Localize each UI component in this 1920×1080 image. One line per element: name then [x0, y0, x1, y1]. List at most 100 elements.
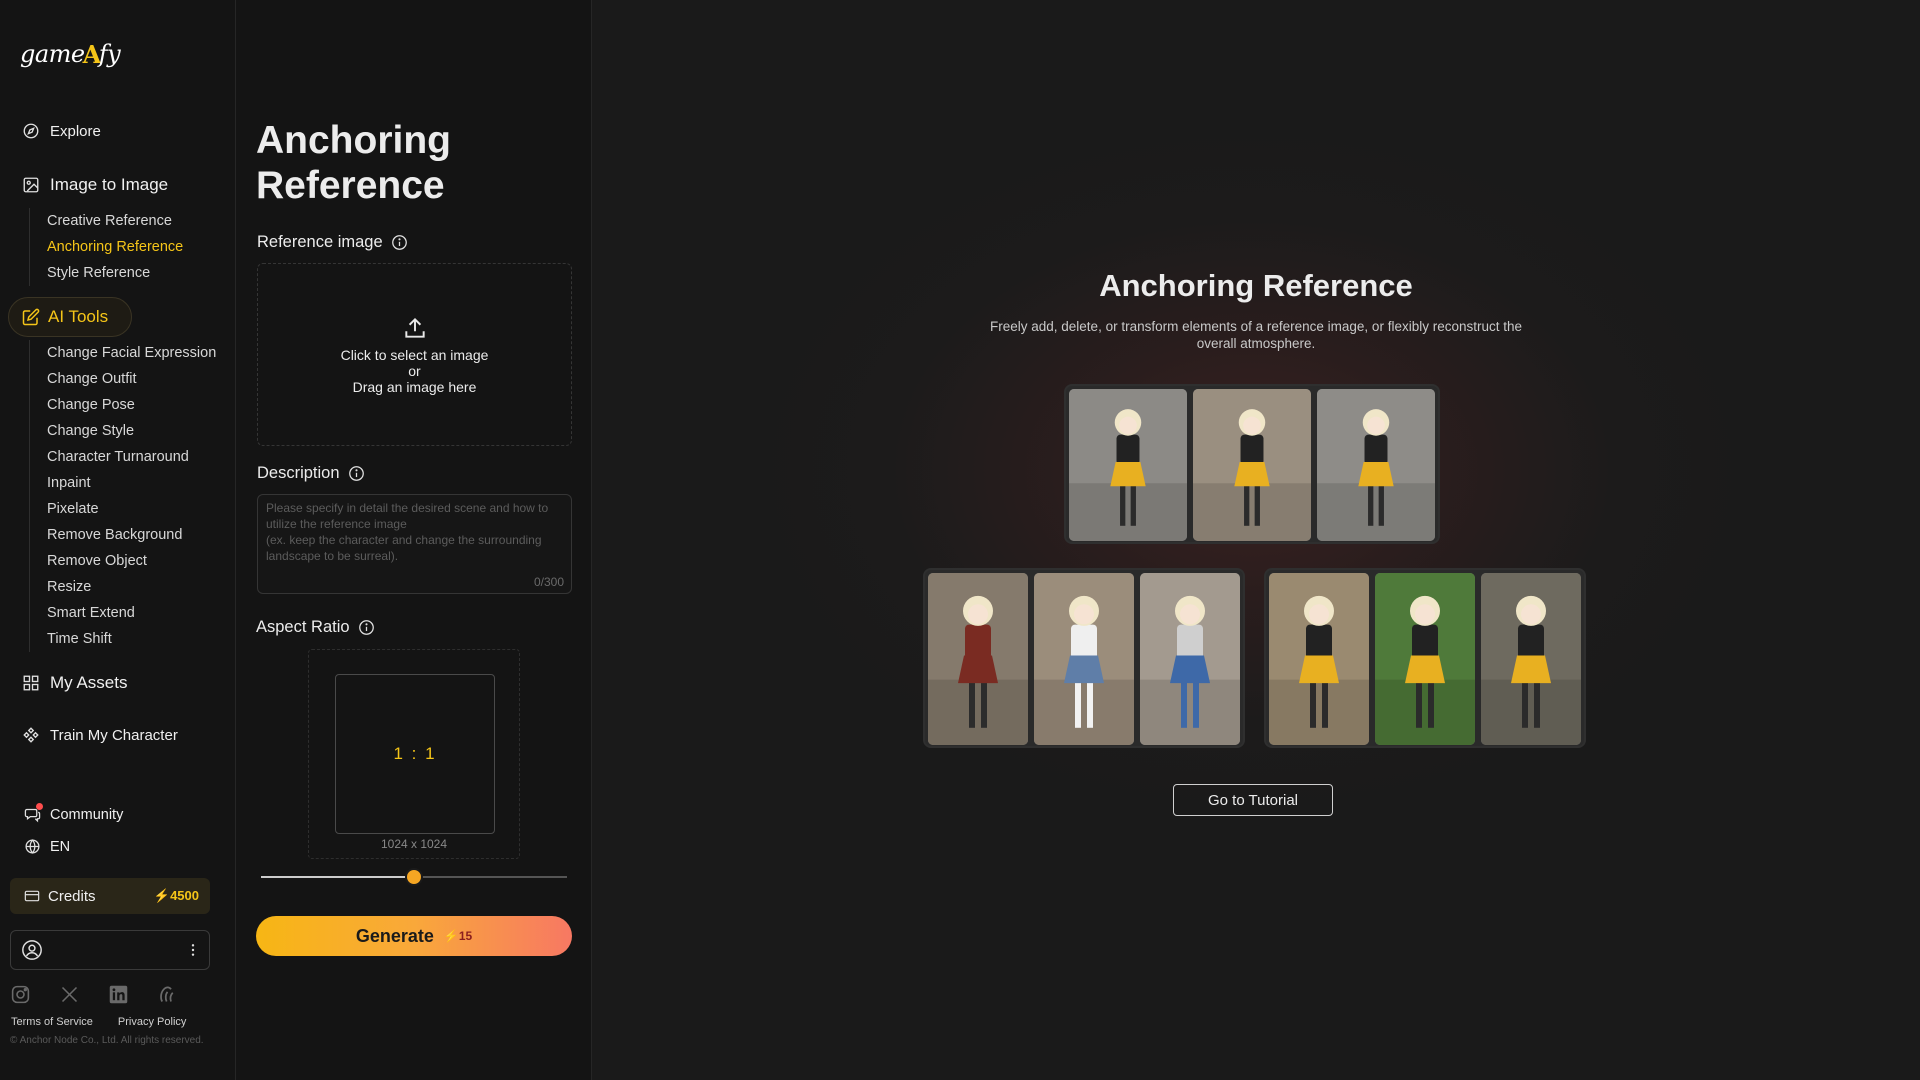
upload-icon	[404, 317, 425, 338]
result-examples-group	[1064, 384, 1440, 544]
submenu-item-remove-object[interactable]: Remove Object	[47, 548, 216, 574]
upload-line-1: Click to select an image	[340, 346, 489, 363]
nav-ai-tools-label: AI Tools	[48, 307, 109, 326]
example-image	[928, 573, 1028, 745]
x-twitter-icon[interactable]	[59, 984, 80, 1005]
nav-ai-tools[interactable]: AI Tools	[8, 297, 132, 337]
character-torso	[1306, 624, 1332, 659]
privacy-link[interactable]: Privacy Policy	[118, 1016, 186, 1028]
user-avatar-icon	[22, 940, 42, 960]
character-face	[1309, 604, 1329, 625]
linkedin-icon[interactable]	[108, 984, 129, 1005]
submenu-item-pixelate[interactable]: Pixelate	[47, 496, 216, 522]
image-upload-dropzone[interactable]: Click to select an image or Drag an imag…	[257, 263, 572, 446]
intro-title: Anchoring Reference	[1099, 268, 1413, 303]
character-leg	[1416, 679, 1422, 728]
character-torso	[1071, 624, 1097, 659]
character-leg	[1254, 483, 1260, 526]
info-icon[interactable]	[348, 465, 365, 482]
language-selector[interactable]: EN	[24, 838, 70, 855]
scene-ground	[1140, 679, 1240, 745]
info-icon[interactable]	[391, 234, 408, 251]
character-illustration	[1317, 389, 1435, 541]
scene-ground	[1481, 679, 1581, 745]
submenu-item-resize[interactable]: Resize	[47, 574, 216, 600]
credits-left: Credits	[24, 888, 96, 905]
more-vertical-icon[interactable]	[185, 942, 201, 958]
character-face	[1119, 416, 1137, 435]
outfit-examples-group	[923, 568, 1245, 748]
nav-my-assets[interactable]: My Assets	[22, 673, 127, 693]
terms-link[interactable]: Terms of Service	[11, 1016, 93, 1028]
background-examples-group	[1264, 568, 1586, 748]
threads-icon[interactable]	[157, 984, 178, 1005]
character-leg	[1075, 679, 1081, 728]
credits-amount: ⚡4500	[154, 888, 199, 904]
slider-fill	[261, 876, 414, 878]
logo-text-left: game	[20, 40, 85, 68]
submenu-item-change-outfit[interactable]: Change Outfit	[47, 366, 216, 392]
footer-links: Terms of Service Privacy Policy	[11, 1016, 186, 1028]
generate-button[interactable]: Generate ⚡15	[256, 916, 572, 956]
submenu-item-remove-background[interactable]: Remove Background	[47, 522, 216, 548]
nav-explore-label: Explore	[50, 122, 101, 140]
character-illustration	[1375, 573, 1475, 745]
submenu-item-style-reference[interactable]: Style Reference	[47, 260, 183, 286]
example-image	[1069, 389, 1187, 541]
submenu-item-creative-reference[interactable]: Creative Reference	[47, 208, 183, 234]
character-leg	[969, 679, 975, 728]
credits-button[interactable]: Credits ⚡4500	[10, 878, 210, 914]
aspect-ratio-label: Aspect Ratio	[256, 618, 375, 637]
logo[interactable]: game Afy	[20, 36, 121, 72]
description-input[interactable]	[258, 495, 571, 573]
character-face	[1180, 604, 1200, 625]
intro-subtitle: Freely add, delete, or transform element…	[990, 319, 1522, 351]
image-icon	[23, 177, 39, 193]
character-skirt	[1234, 461, 1270, 487]
bolt-icon: ⚡	[153, 888, 171, 903]
copyright: © Anchor Node Co., Ltd. All rights reser…	[10, 1035, 204, 1046]
submenu-item-change-pose[interactable]: Change Pose	[47, 392, 216, 418]
submenu-item-character-turnaround[interactable]: Character Turnaround	[47, 444, 216, 470]
example-image	[1034, 573, 1134, 745]
go-to-tutorial-button[interactable]: Go to Tutorial	[1173, 784, 1333, 816]
submenu-item-change-style[interactable]: Change Style	[47, 418, 216, 444]
scene-ground	[1034, 679, 1134, 745]
submenu-item-smart-extend[interactable]: Smart Extend	[47, 600, 216, 626]
social-links	[10, 984, 178, 1005]
instagram-icon[interactable]	[10, 984, 31, 1005]
aspect-ratio-slider[interactable]	[261, 868, 567, 886]
card-icon	[24, 890, 40, 902]
character-leg	[1130, 483, 1136, 526]
character-skirt	[1511, 655, 1551, 684]
character-torso	[1240, 434, 1264, 465]
slider-thumb[interactable]	[405, 868, 423, 886]
nav-image-to-image[interactable]: Image to Image	[22, 175, 168, 195]
ai-tools-submenu: Change Facial Expression Change Outfit C…	[29, 340, 216, 652]
example-image	[1481, 573, 1581, 745]
character-skirt	[1405, 655, 1445, 684]
character-leg	[1368, 483, 1374, 526]
character-torso	[1412, 624, 1438, 659]
generate-label: Generate	[355, 925, 434, 946]
submenu-item-anchoring-reference[interactable]: Anchoring Reference	[47, 234, 183, 260]
generate-cost-value: 15	[458, 929, 473, 943]
nav-explore[interactable]: Explore	[22, 122, 101, 140]
submenu-item-change-facial-expression[interactable]: Change Facial Expression	[47, 340, 216, 366]
character-illustration	[1069, 389, 1187, 541]
character-illustration	[1269, 573, 1369, 745]
user-menu[interactable]	[10, 930, 210, 970]
character-skirt	[1064, 655, 1104, 684]
submenu-item-time-shift[interactable]: Time Shift	[47, 626, 216, 652]
scene-ground	[928, 679, 1028, 745]
character-torso	[1364, 434, 1388, 465]
example-image	[1140, 573, 1240, 745]
nav-community[interactable]: Community	[24, 803, 124, 823]
nav-train-my-character[interactable]: Train My Character	[22, 726, 178, 744]
submenu-item-inpaint[interactable]: Inpaint	[47, 470, 216, 496]
page-title: Anchoring Reference	[256, 119, 451, 207]
bolt-icon: ⚡	[443, 929, 459, 943]
character-illustration	[1034, 573, 1134, 745]
info-icon[interactable]	[358, 619, 375, 636]
nav-community-label: Community	[50, 806, 124, 823]
